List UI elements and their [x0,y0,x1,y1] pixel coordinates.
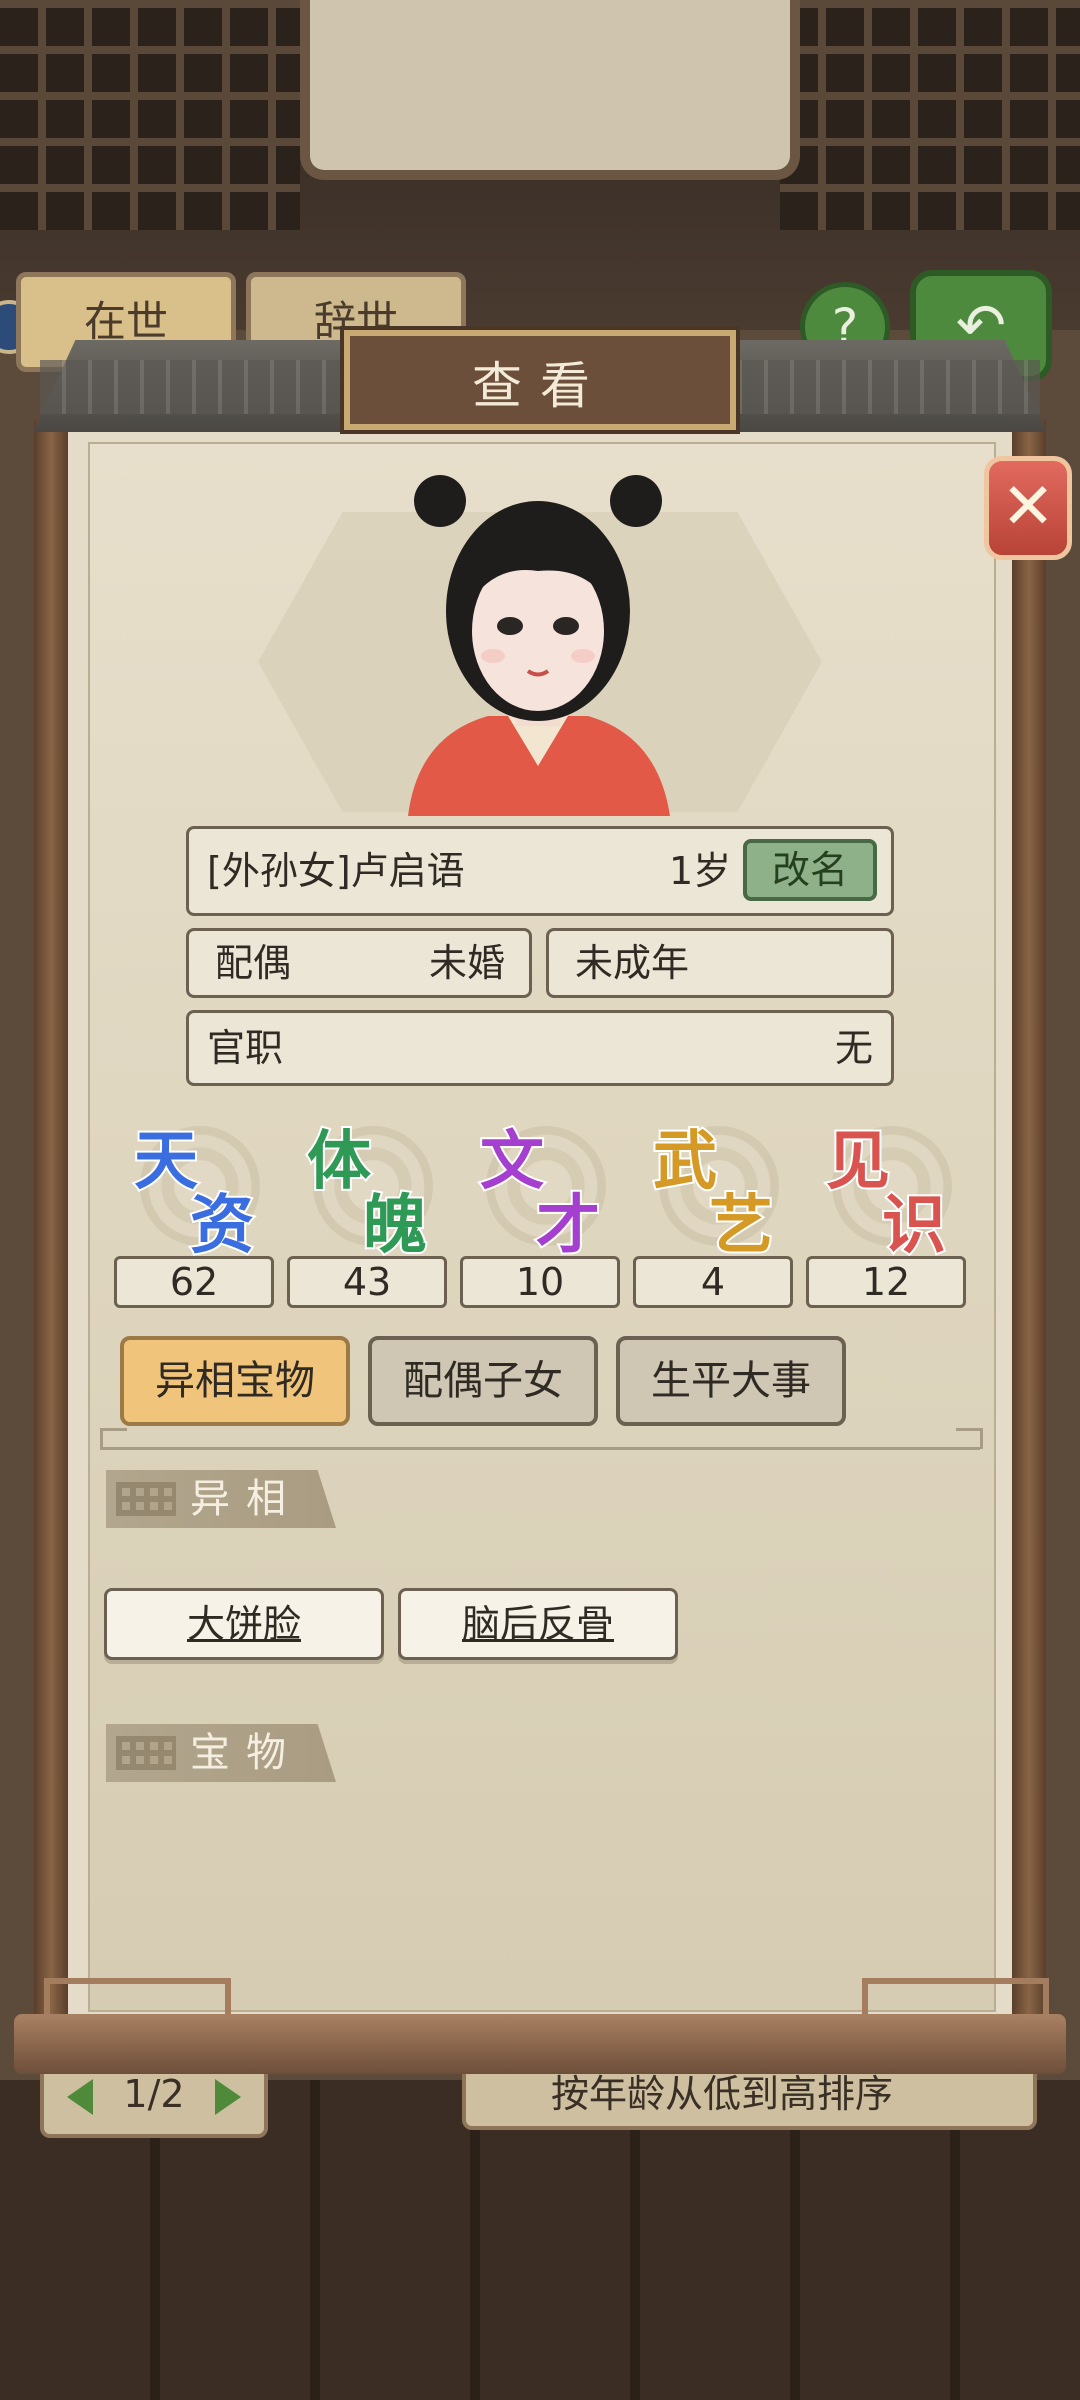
attribute-name-char: 天 [132,1122,200,1201]
adult-status: 未成年 [575,941,690,985]
tab-life-events[interactable]: 生平大事 [616,1336,846,1426]
trait-item[interactable]: 大饼脸 [104,1588,384,1660]
attribute-name-char: 艺 [707,1186,775,1265]
attribute-name-char: 体 [305,1122,373,1201]
spouse-label: 配偶 [215,941,292,985]
treasures-section-header: 宝物 [106,1724,336,1782]
lattice-window-left [0,0,300,230]
sort-label: 按年龄从低到高排序 [551,2072,894,2116]
treasures-title: 宝物 [190,1730,302,1776]
tab-traits-treasures[interactable]: 异相宝物 [120,1336,350,1426]
office-field: 官职 无 [186,1010,894,1086]
character-portrait [408,475,670,816]
attribute-name-char: 文 [478,1122,546,1201]
lattice-window-right [780,0,1080,230]
attribute-emblem: 体魄 [293,1106,443,1265]
close-x-icon[interactable]: ✕ [984,456,1072,560]
header-deco-icon [116,1482,176,1516]
character-age: 1岁 [669,849,732,893]
adult-status-field: 未成年 [546,928,894,998]
traits-title: 异相 [190,1476,302,1522]
attribute-name-char: 资 [188,1186,256,1265]
attribute-emblem: 天资 [120,1106,270,1265]
attribute-name-char: 魄 [361,1186,429,1265]
attribute-name-char: 才 [534,1186,602,1265]
attribute-value: 43 [287,1256,447,1308]
spouse-field: 配偶 未婚 [186,928,532,998]
background-painting [300,0,800,180]
spouse-value: 未婚 [428,941,505,985]
trait-item[interactable]: 脑后反骨 [398,1588,678,1660]
traits-section-header: 异相 [106,1470,336,1528]
divider-corner-left [100,1428,127,1449]
character-name: [外孙女]卢启语 [207,849,465,893]
attribute-value: 10 [460,1256,620,1308]
office-value: 无 [834,1026,873,1070]
header-deco-icon [116,1736,176,1770]
attribute-value: 4 [633,1256,793,1308]
attribute-emblem: 武艺 [639,1106,789,1265]
dialog-title: 查看 [344,330,736,430]
attribute-value: 62 [114,1256,274,1308]
next-page-icon[interactable] [214,2078,241,2115]
attribute-emblem: 见识 [812,1106,962,1265]
name-field: [外孙女]卢启语 1岁 改名 [186,826,894,916]
office-label: 官职 [207,1026,284,1070]
scroll-pole-left [34,420,68,2020]
attribute-name-char: 武 [651,1122,719,1201]
attribute-emblem: 文才 [466,1106,616,1265]
prev-page-icon[interactable] [67,2078,94,2115]
tab-spouse-children[interactable]: 配偶子女 [368,1336,598,1426]
page-indicator: 1/2 [123,2072,185,2116]
divider-corner-right [956,1428,983,1449]
scroll-pole-right [1012,420,1046,2020]
attribute-name-char: 识 [880,1186,948,1265]
attribute-value: 12 [806,1256,966,1308]
rename-button[interactable]: 改名 [743,839,877,901]
attribute-name-char: 见 [824,1122,892,1201]
panel-base [14,2014,1066,2074]
section-divider [100,1447,980,1450]
